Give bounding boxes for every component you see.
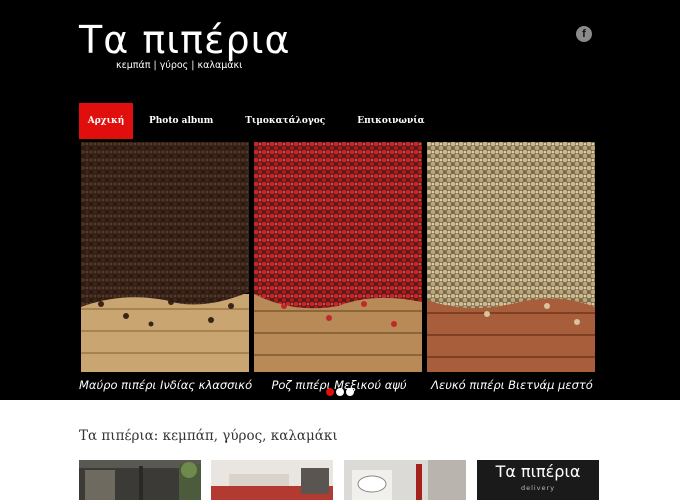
thumbnail-2[interactable] [211,460,333,500]
slider-dot-1[interactable] [326,388,334,396]
nav-item-home[interactable]: Αρχική [79,103,133,139]
peppercorns-white [427,142,595,309]
logo-tagline: κεμπάπ | γύρος | καλαμάκι [116,60,243,71]
thumbnail-image [211,460,333,500]
image-slider[interactable]: Μαύρο πιπέρι Ινδίας κλασσικό Ροζ πιπέρι … [79,139,599,400]
slide-image-black-pepper [81,142,249,372]
delivery-title: Τα πιπέρια [495,462,581,481]
slider-dot-3[interactable] [346,388,354,396]
site-header: Τα πιπέρια κεμπάπ | γύρος | καλαμάκι f Α… [0,0,680,400]
peppercorns-pink [254,142,422,309]
peppercorns-black [81,142,249,307]
slide-caption-3: Λευκό πιπέρι Βιετνάμ μεστό [431,378,593,392]
slider-pagination [326,388,354,396]
logo-title: Τα πιπέρια [79,18,291,62]
delivery-banner[interactable]: Τα πιπέρια delivery [477,460,599,500]
thumbnail-3[interactable] [344,460,466,500]
facebook-icon[interactable]: f [576,26,592,42]
slider-dot-2[interactable] [336,388,344,396]
site-logo[interactable]: Τα πιπέρια κεμπάπ | γύρος | καλαμάκι [79,18,290,78]
main-nav: Αρχική Photo album Τιμοκατάλογος Επικοιν… [79,103,441,139]
slide-image-white-pepper [427,142,595,372]
nav-item-photo-album[interactable]: Photo album [133,103,229,139]
thumbnail-image [79,460,201,500]
nav-item-price-list[interactable]: Τιμοκατάλογος [229,103,341,139]
slide-image-pink-pepper [254,142,422,372]
nav-item-contact[interactable]: Επικοινωνία [341,103,440,139]
thumbnail-1[interactable] [79,460,201,500]
slide-caption-1: Μαύρο πιπέρι Ινδίας κλασσικό [79,378,253,392]
delivery-subtitle: delivery [520,484,556,492]
page-title: Τα πιπέρια: κεμπάπ, γύρος, καλαμάκι [79,428,338,444]
thumbnail-image [344,460,466,500]
